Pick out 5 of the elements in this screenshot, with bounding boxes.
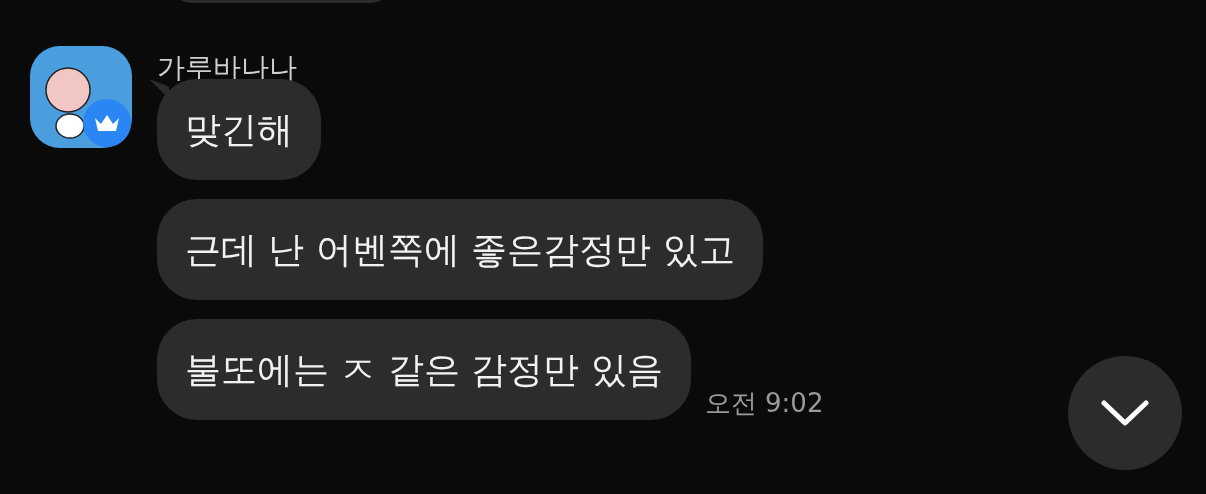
message-bubble: 불또에는 ㅈ 같은 감정만 있음: [157, 319, 691, 420]
crown-badge-icon: [82, 98, 132, 148]
message-bubble: 근데 난 어벤쪽에 좋은감정만 있고: [157, 199, 763, 300]
chevron-down-icon: [1101, 400, 1149, 426]
message-time: 오전 9:02: [704, 388, 824, 418]
